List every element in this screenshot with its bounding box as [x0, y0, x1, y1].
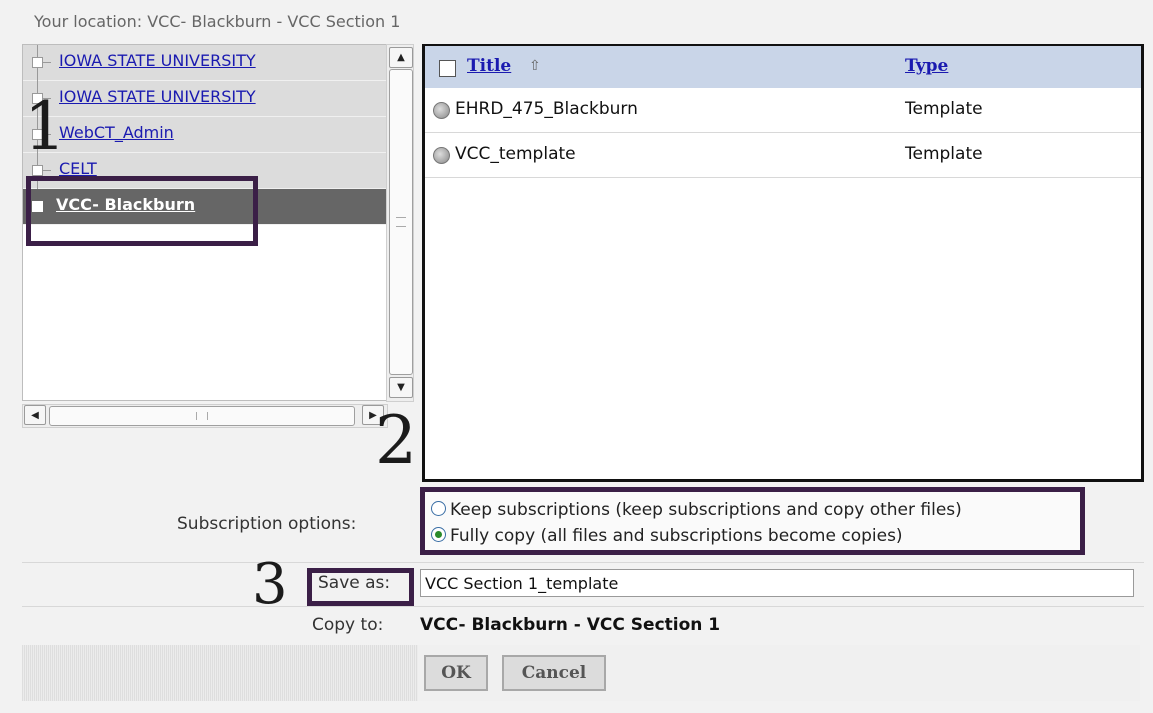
tree-vertical-scrollbar[interactable]: ▲ ▼	[386, 44, 414, 402]
annotation-number-3: 3	[252, 552, 288, 617]
radio-selected-icon[interactable]	[431, 527, 446, 542]
table-row[interactable]: VCC_template Template	[425, 133, 1141, 178]
location-breadcrumb: Your location: VCC- Blackburn - VCC Sect…	[34, 12, 401, 31]
column-title-header[interactable]: Title	[467, 56, 511, 76]
save-as-input[interactable]	[420, 569, 1134, 597]
subscription-options-group: Keep subscriptions (keep subscriptions a…	[420, 487, 1085, 555]
tree-node-icon	[32, 57, 43, 68]
radio-icon[interactable]	[431, 501, 446, 516]
column-type-header[interactable]: Type	[905, 56, 948, 76]
fully-copy-radio[interactable]: Fully copy (all files and subscriptions …	[431, 526, 903, 546]
template-table: Title ⇧ Type EHRD_475_Blackburn Template…	[422, 44, 1144, 482]
scroll-up-icon[interactable]: ▲	[389, 47, 413, 68]
annotation-number-1: 1	[24, 88, 66, 165]
scroll-down-icon[interactable]: ▼	[389, 377, 413, 398]
ok-button[interactable]: OK	[424, 655, 488, 691]
save-as-label: Save as:	[318, 573, 391, 593]
template-icon	[433, 147, 450, 164]
tree-item-label[interactable]: IOWA STATE UNIVERSITY	[59, 51, 256, 70]
cancel-button[interactable]: Cancel	[502, 655, 606, 691]
button-bar: OK Cancel	[22, 645, 1140, 701]
copy-to-value: VCC- Blackburn - VCC Section 1	[420, 615, 721, 635]
annotation-number-2: 2	[375, 402, 417, 479]
row-title[interactable]: VCC_template	[455, 144, 576, 164]
table-header: Title ⇧ Type	[425, 46, 1141, 88]
option-label: Fully copy (all files and subscriptions …	[450, 526, 903, 546]
row-title[interactable]: EHRD_475_Blackburn	[455, 99, 638, 119]
copy-to-label: Copy to:	[312, 615, 384, 635]
tree-item-label[interactable]: WebCT_Admin	[59, 123, 174, 142]
option-label: Keep subscriptions (keep subscriptions a…	[450, 500, 962, 520]
divider	[22, 606, 1144, 607]
sort-ascending-icon[interactable]: ⇧	[529, 58, 541, 74]
template-icon	[433, 102, 450, 119]
scroll-left-icon[interactable]: ◀	[24, 405, 46, 425]
keep-subscriptions-radio[interactable]: Keep subscriptions (keep subscriptions a…	[431, 500, 962, 520]
table-row[interactable]: EHRD_475_Blackburn Template	[425, 88, 1141, 133]
tree-node-icon	[32, 165, 43, 176]
tree-item-label[interactable]: IOWA STATE UNIVERSITY	[59, 87, 256, 106]
tree-item[interactable]: WebCT_Admin	[23, 117, 387, 153]
row-type: Template	[905, 144, 983, 164]
tree-horizontal-scrollbar[interactable]: ◀ ▶	[22, 404, 388, 428]
scroll-thumb[interactable]	[49, 406, 355, 426]
annotation-box-1	[26, 176, 258, 246]
scroll-thumb[interactable]	[389, 69, 413, 375]
tree-item[interactable]: IOWA STATE UNIVERSITY	[23, 45, 387, 81]
row-type: Template	[905, 99, 983, 119]
divider	[22, 562, 1144, 563]
tree-item[interactable]: IOWA STATE UNIVERSITY	[23, 81, 387, 117]
select-all-checkbox[interactable]	[439, 60, 456, 77]
subscription-options-label: Subscription options:	[177, 514, 357, 534]
